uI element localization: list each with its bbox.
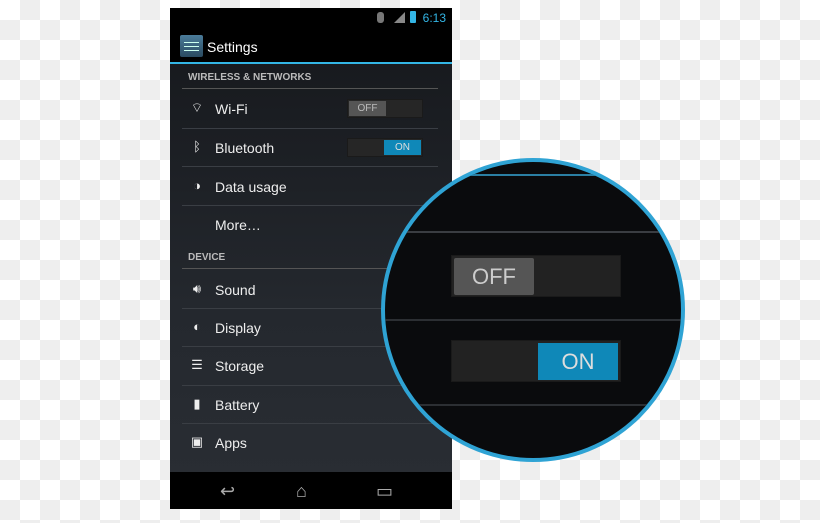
- divider: [385, 319, 681, 321]
- toggle-on-label: ON: [538, 343, 618, 380]
- wifi-icon: ⌔: [190, 100, 204, 115]
- wifi-toggle[interactable]: OFF: [347, 99, 423, 118]
- toggle-off-label: OFF: [349, 101, 386, 116]
- home-icon[interactable]: ⌂: [296, 481, 307, 502]
- item-label: Battery: [215, 397, 260, 413]
- toggle-off-label: OFF: [454, 258, 534, 295]
- clock: 6:13: [422, 11, 446, 25]
- section-header-wireless: WIRELESS & NETWORKS: [188, 72, 312, 83]
- storage-icon: ☰: [191, 357, 203, 372]
- magnified-off-toggle: OFF: [451, 255, 621, 297]
- settings-icon[interactable]: [180, 35, 203, 57]
- recent-apps-icon[interactable]: ▭: [376, 481, 393, 502]
- bluetooth-toggle[interactable]: ON: [347, 138, 423, 157]
- page-title: Settings: [207, 39, 258, 55]
- action-bar: Settings: [170, 30, 452, 64]
- item-label: Bluetooth: [215, 140, 275, 156]
- settings-item-apps[interactable]: ▣ Apps: [170, 424, 452, 462]
- data-usage-icon: ◑: [193, 178, 201, 193]
- navigation-bar: ↩ ⌂ ▭: [170, 472, 452, 509]
- settings-item-wifi[interactable]: ⌔ Wi-Fi OFF: [170, 90, 452, 128]
- sound-icon: 🔊︎: [192, 281, 202, 296]
- item-label: Apps: [215, 435, 247, 451]
- item-label: Display: [215, 320, 261, 336]
- signal-icon: [394, 12, 405, 23]
- bluetooth-icon: ᛒ: [193, 139, 201, 154]
- item-label: Data usage: [215, 179, 287, 195]
- divider: [385, 231, 681, 233]
- section-header-device: DEVICE: [188, 252, 226, 263]
- apps-icon: ▣: [190, 434, 204, 449]
- divider: [182, 166, 438, 167]
- display-icon: ◐: [193, 319, 201, 334]
- back-icon[interactable]: ↩: [220, 481, 235, 502]
- item-label: Wi-Fi: [215, 101, 248, 117]
- item-label: Storage: [215, 358, 265, 374]
- status-bar: 6:13: [170, 8, 452, 30]
- divider: [385, 404, 681, 406]
- settings-item-bluetooth[interactable]: ᛒ Bluetooth ON: [170, 129, 452, 167]
- battery-icon: ▮: [193, 396, 201, 411]
- item-label: More…: [215, 217, 261, 233]
- magnifier-callout: OFF ON: [381, 158, 685, 462]
- divider: [182, 88, 438, 89]
- magnified-on-toggle: ON: [451, 340, 621, 382]
- divider: [385, 174, 681, 176]
- bluetooth-icon: [377, 12, 384, 23]
- toggle-on-label: ON: [384, 140, 421, 155]
- battery-icon: [410, 11, 416, 23]
- item-label: Sound: [215, 282, 256, 298]
